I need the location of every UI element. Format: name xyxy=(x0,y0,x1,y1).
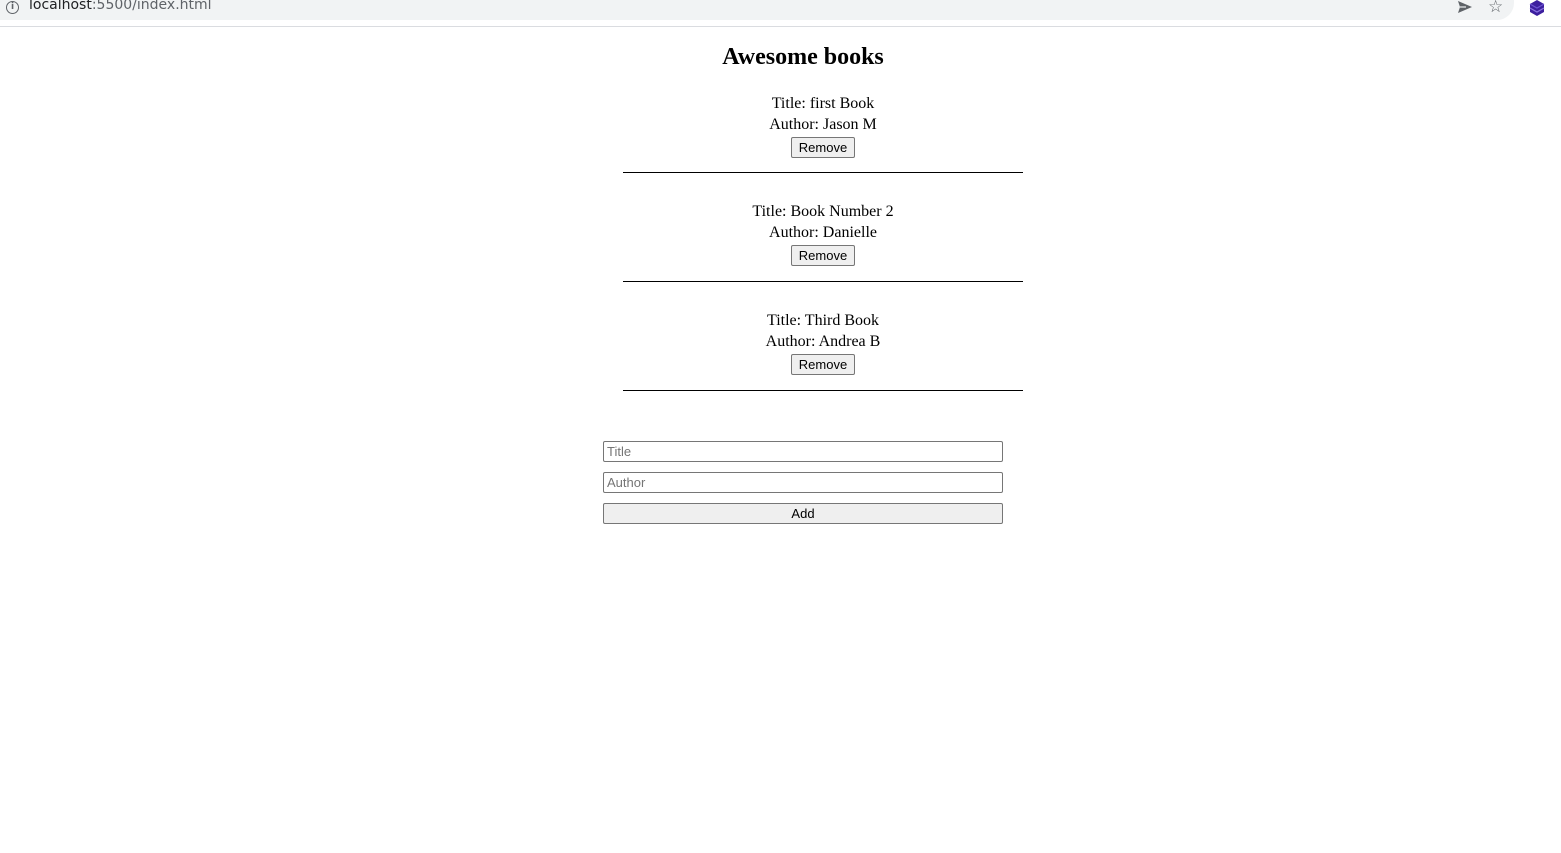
remove-button[interactable]: Remove xyxy=(790,354,856,375)
url-host: localhost xyxy=(29,0,92,13)
book-author: Author: Jason M xyxy=(769,116,877,133)
author-input[interactable] xyxy=(603,472,1003,493)
book-item: Title: Third Book Author: Andrea B Remov… xyxy=(623,282,1023,391)
url-text[interactable]: localhost:5500/index.html xyxy=(29,0,212,13)
url-path: :5500/index.html xyxy=(91,0,212,13)
book-title: Title: Third Book xyxy=(766,312,880,329)
add-button[interactable]: Add xyxy=(603,503,1003,524)
title-input[interactable] xyxy=(603,441,1003,462)
remove-button[interactable]: Remove xyxy=(790,245,856,266)
book-item: Title: Book Number 2 Author: Danielle Re… xyxy=(623,173,1023,282)
address-bar[interactable]: i localhost:5500/index.html xyxy=(0,0,1514,20)
star-icon[interactable]: ☆ xyxy=(1488,0,1503,17)
book-author: Author: Danielle xyxy=(769,224,877,241)
book-item: Title: first Book Author: Jason M Remove xyxy=(623,91,1023,173)
remove-button[interactable]: Remove xyxy=(790,137,856,158)
info-icon[interactable]: i xyxy=(6,1,19,14)
extension-icon[interactable] xyxy=(1528,0,1546,17)
book-title: Title: Book Number 2 xyxy=(752,203,894,220)
browser-toolbar: i localhost:5500/index.html ☆ xyxy=(0,0,1561,27)
page-title: Awesome books xyxy=(722,44,884,70)
book-title: Title: first Book xyxy=(771,95,875,112)
add-book-form: Add xyxy=(603,441,1003,524)
book-author: Author: Andrea B xyxy=(765,333,881,350)
book-list: Title: first Book Author: Jason M Remove… xyxy=(623,91,1023,391)
send-icon[interactable] xyxy=(1457,0,1473,14)
